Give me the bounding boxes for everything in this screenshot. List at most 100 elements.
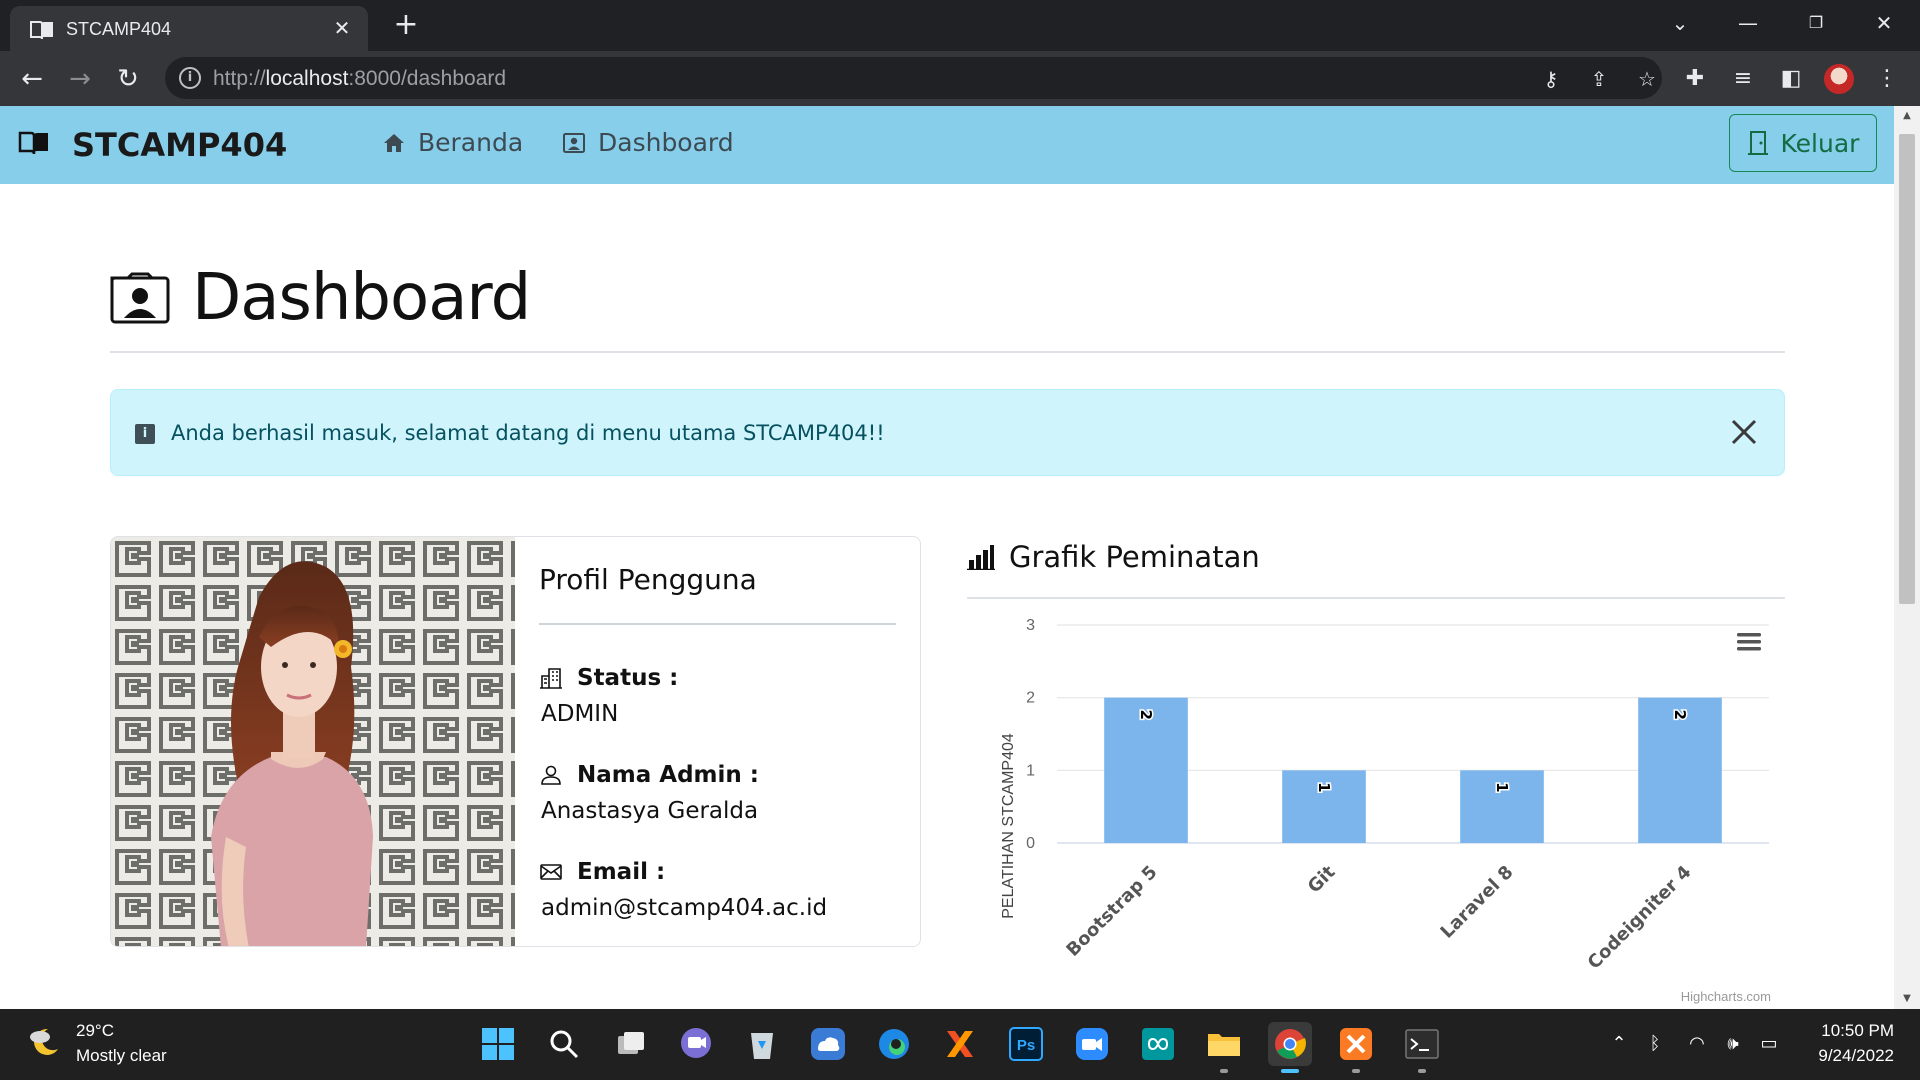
edge-icon [879,1029,909,1059]
xampp-app[interactable] [1334,1022,1378,1073]
file-explorer-app[interactable] [1202,1022,1246,1073]
media-control-icon[interactable]: ≡ [1728,64,1758,94]
chart-divider [967,597,1785,599]
building-icon [540,668,562,689]
nav-link-label: Beranda [418,128,524,157]
scroll-thumb[interactable] [1899,134,1915,604]
email-label: Email : [539,859,665,885]
wifi-icon[interactable]: ◠ [1684,1031,1710,1057]
minimize-button[interactable]: — [1728,8,1768,38]
close-icon[interactable] [1728,416,1760,448]
alert-message: Anda berhasil masuk, selamat datang di m… [171,421,885,445]
url-text[interactable]: http://localhost:8000/dashboard [213,67,506,91]
name-value: Anastasya Geralda [541,798,759,824]
xampp-x-app[interactable] [938,1022,982,1066]
weather-description[interactable]: Mostly clear [76,1046,167,1066]
start-button[interactable] [476,1022,520,1066]
tab-close-icon[interactable]: ✕ [330,16,354,40]
chart-heading: Grafik Peminatan [1009,540,1260,574]
profile-avatar[interactable] [1824,64,1854,94]
chart-data-label: 1 [1315,782,1333,792]
address-bar[interactable]: i http://localhost:8000/dashboard ⚷ ⇪ ☆ [165,57,1662,99]
terminal-icon [1405,1029,1439,1059]
chrome-icon [1275,1029,1306,1059]
chart-menu-icon[interactable] [1737,633,1761,651]
edge-app[interactable] [872,1022,916,1066]
teams-chat-app[interactable] [674,1022,718,1066]
welcome-alert: i Anda berhasil masuk, selamat datang di… [110,389,1785,476]
weather-temperature[interactable]: 29°C [76,1021,114,1041]
chat-icon [681,1028,711,1058]
tray-overflow-icon[interactable]: ⌃ [1606,1031,1632,1057]
share-icon[interactable]: ⇪ [1585,65,1613,93]
close-window-button[interactable]: ✕ [1864,8,1904,38]
brand-name[interactable]: STCAMP404 [72,126,287,164]
terminal-app[interactable] [1400,1022,1444,1073]
forward-button[interactable]: → [62,61,98,97]
battery-icon[interactable]: ▭ [1756,1031,1782,1057]
profile-details: Profil Pengguna Status : ADMIN Nama Admi… [515,537,920,946]
recycle-bin-app[interactable] [740,1022,784,1066]
page-title: Dashboard [110,261,531,335]
site-info-icon[interactable]: i [179,67,201,89]
chart-x-tick-label: Git [1304,861,1340,897]
chart-x-ticks: Bootstrap 5 Git Laravel 8 Codeigniter 4 [1062,861,1695,973]
running-indicator [1220,1069,1228,1073]
chart-credits[interactable]: Highcharts.com [1681,989,1771,1004]
bookmark-star-icon[interactable]: ☆ [1633,65,1661,93]
cloud-icon [811,1028,845,1060]
chart-y-axis-label: PELATIHAN STCAMP404 [1000,733,1017,919]
zoom-app[interactable] [1070,1022,1114,1066]
clock-date[interactable]: 9/24/2022 [1818,1046,1894,1066]
chart-data-label: 2 [1671,709,1689,719]
extensions-icon[interactable]: ✚ [1680,64,1710,94]
clock-time[interactable]: 10:50 PM [1821,1021,1894,1041]
reload-button[interactable]: ↻ [110,61,146,97]
search-icon [550,1030,579,1059]
profile-card-title: Profil Pengguna [539,563,757,596]
restore-button[interactable]: ❐ [1796,8,1836,38]
moon-cloud-icon[interactable] [28,1025,62,1059]
interest-bar-chart: 0 1 2 3 PELATIHAN STCAMP404 2 1 1 2 Bootstrap … [1000,617,1771,1004]
chart-y-tick-label: 2 [1026,690,1035,707]
page-scrollbar[interactable]: ▲ ▼ [1894,106,1920,1009]
bluetooth-icon[interactable]: ᛒ [1642,1031,1668,1057]
browser-tab[interactable]: STCAMP404 ✕ [10,6,368,51]
logout-button[interactable]: Keluar [1729,114,1877,172]
folder-icon [1208,1034,1240,1056]
scroll-up-arrow-icon[interactable]: ▲ [1894,106,1920,126]
chart-y-tick-label: 3 [1026,617,1035,634]
active-indicator [1281,1069,1299,1073]
chart-data-label: 1 [1493,782,1511,792]
profile-photo [111,537,515,946]
nav-link-beranda[interactable]: Beranda [382,128,523,157]
bar-chart-icon [967,545,995,570]
side-panel-icon[interactable]: ◧ [1776,64,1806,94]
status-label: Status : [539,665,678,691]
task-view-button[interactable] [608,1022,652,1066]
new-tab-button[interactable]: + [390,10,422,42]
arduino-app[interactable] [1136,1022,1180,1066]
logout-label: Keluar [1780,128,1860,158]
browser-toolbar: ← → ↻ i http://localhost:8000/dashboard … [0,51,1920,106]
person-icon [541,765,561,785]
status-value: ADMIN [541,701,619,727]
volume-icon[interactable]: 🕪 [1720,1031,1746,1057]
search-button[interactable] [542,1022,586,1066]
browser-menu-icon[interactable]: ⋮ [1872,64,1902,94]
nav-link-dashboard[interactable]: Dashboard [562,128,734,157]
photoshop-app[interactable]: Ps [1004,1022,1048,1066]
back-button[interactable]: ← [14,61,50,97]
tab-search-icon[interactable]: ⌄ [1660,8,1700,38]
chart-x-tick-label: Laravel 8 [1437,862,1518,943]
key-icon[interactable]: ⚷ [1537,65,1565,93]
windows-logo-icon [482,1028,514,1060]
cloud-app[interactable] [806,1022,850,1066]
running-indicator [1418,1069,1426,1073]
chrome-app[interactable] [1268,1022,1312,1073]
scroll-down-arrow-icon[interactable]: ▼ [1894,989,1920,1009]
chart-y-tick-label: 1 [1026,762,1035,779]
card-divider [539,623,896,625]
chart-y-ticks: 0 1 2 3 [1026,617,1035,852]
x-logo-icon [947,1031,973,1057]
